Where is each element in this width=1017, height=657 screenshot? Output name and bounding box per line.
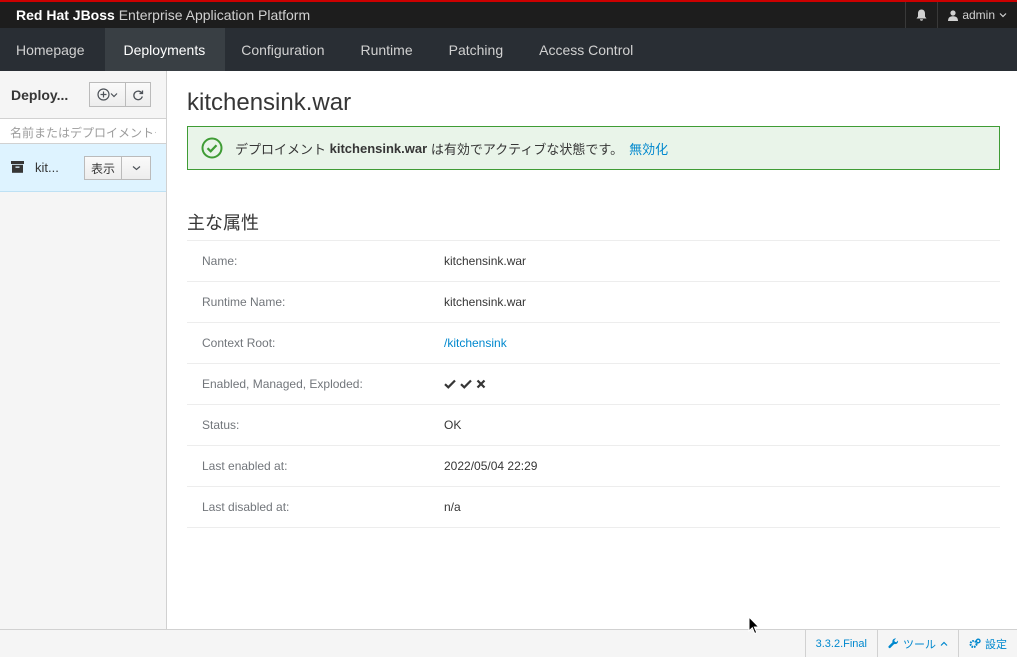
- check-icon: [460, 379, 472, 389]
- nav-patching[interactable]: Patching: [433, 28, 523, 71]
- check-circle-icon: [201, 137, 223, 159]
- attr-key: Name:: [202, 254, 238, 268]
- attr-row-context-root: Context Root: /kitchensink: [187, 323, 1000, 364]
- attr-row-runtime-name: Runtime Name: kitchensink.war: [187, 282, 1000, 323]
- top-bar-right: admin: [905, 2, 1017, 28]
- plus-circle-icon: [97, 88, 110, 101]
- deployments-sidebar: Deploy... kit... 表示: [0, 71, 167, 629]
- nav-runtime[interactable]: Runtime: [344, 28, 432, 71]
- user-icon: [948, 9, 959, 21]
- footer-right: 3.3.2.Final ツール 設定: [804, 630, 1017, 657]
- bell-icon: [916, 9, 927, 21]
- mouse-cursor-icon: [748, 616, 760, 635]
- main-nav: Homepage Deployments Configuration Runti…: [0, 28, 1017, 71]
- chevron-down-icon: [132, 166, 140, 171]
- filter-input[interactable]: [10, 126, 156, 140]
- page-title: kitchensink.war: [187, 89, 352, 116]
- alert-prefix: デプロイメント: [235, 141, 327, 157]
- nav-access-control[interactable]: Access Control: [523, 28, 653, 71]
- chevron-up-icon: [940, 641, 948, 646]
- attr-key: Runtime Name:: [202, 295, 286, 309]
- attr-value: n/a: [444, 500, 461, 514]
- close-icon: [476, 379, 486, 389]
- brand: Red Hat JBoss Enterprise Application Pla…: [0, 7, 310, 23]
- list-item[interactable]: kit... 表示: [0, 144, 166, 192]
- attr-value: kitchensink.war: [444, 295, 527, 309]
- sidebar-header: Deploy...: [0, 71, 166, 118]
- item-actions-dropdown[interactable]: [121, 156, 151, 180]
- attr-key: Enabled, Managed, Exploded:: [202, 377, 363, 391]
- attr-key: Last enabled at:: [202, 459, 288, 473]
- success-alert: デプロイメント kitchensink.war は有効でアクティブな状態です。 …: [187, 126, 1000, 170]
- tools-label: ツール: [903, 638, 936, 651]
- notifications-button[interactable]: [905, 2, 937, 28]
- gears-icon: [969, 638, 981, 648]
- top-bar: Red Hat JBoss Enterprise Application Pla…: [0, 0, 1017, 28]
- chevron-down-icon: [999, 13, 1007, 18]
- brand-rest: Enterprise Application Platform: [118, 7, 311, 23]
- attr-value: kitchensink.war: [444, 254, 527, 268]
- nav-homepage[interactable]: Homepage: [0, 28, 105, 71]
- archive-icon: [11, 161, 24, 173]
- wrench-icon: [888, 638, 899, 649]
- attr-row-name: Name: kitchensink.war: [187, 241, 1000, 282]
- nav-deployments[interactable]: Deployments: [104, 28, 226, 71]
- version-link[interactable]: 3.3.2.Final: [804, 630, 877, 657]
- attr-key: Context Root:: [202, 336, 276, 350]
- check-icon: [444, 379, 456, 389]
- alert-deployment-name: kitchensink.war: [329, 140, 428, 156]
- section-title: 主な属性: [187, 213, 259, 233]
- tools-menu-button[interactable]: ツール: [877, 630, 958, 657]
- settings-label: 設定: [985, 638, 1007, 651]
- add-deployment-button[interactable]: [89, 82, 126, 107]
- settings-button[interactable]: 設定: [958, 630, 1017, 657]
- attributes-list: Name: kitchensink.war Runtime Name: kitc…: [187, 240, 1000, 528]
- refresh-icon: [133, 89, 144, 100]
- attr-key: Last disabled at:: [202, 500, 290, 514]
- view-button[interactable]: 表示: [84, 156, 122, 180]
- attr-key: Status:: [202, 418, 240, 432]
- user-name: admin: [962, 8, 995, 22]
- nav-configuration[interactable]: Configuration: [225, 28, 344, 71]
- version-label: 3.3.2.Final: [815, 637, 867, 650]
- brand-bold: Red Hat JBoss: [16, 7, 115, 23]
- alert-suffix: は有効でアクティブな状態です。: [430, 141, 624, 157]
- sidebar-title: Deploy...: [11, 86, 69, 103]
- attr-value: 2022/05/04 22:29: [444, 459, 538, 473]
- attr-value: /kitchensink: [444, 336, 507, 350]
- refresh-button[interactable]: [125, 82, 151, 107]
- flags-value: [444, 379, 486, 389]
- context-root-link[interactable]: /kitchensink: [444, 336, 507, 350]
- user-menu-button[interactable]: admin: [937, 2, 1017, 28]
- filter-field[interactable]: [0, 118, 166, 144]
- attr-row-flags: Enabled, Managed, Exploded:: [187, 364, 1000, 405]
- attr-row-last-enabled: Last enabled at: 2022/05/04 22:29: [187, 446, 1000, 487]
- attr-row-status: Status: OK: [187, 405, 1000, 446]
- attr-value: OK: [444, 418, 462, 432]
- footer: 3.3.2.Final ツール 設定: [0, 629, 1017, 657]
- list-item-label: kit...: [35, 160, 59, 175]
- disable-link[interactable]: 無効化: [629, 139, 668, 158]
- chevron-down-icon: [110, 92, 118, 97]
- attr-row-last-disabled: Last disabled at: n/a: [187, 487, 1000, 528]
